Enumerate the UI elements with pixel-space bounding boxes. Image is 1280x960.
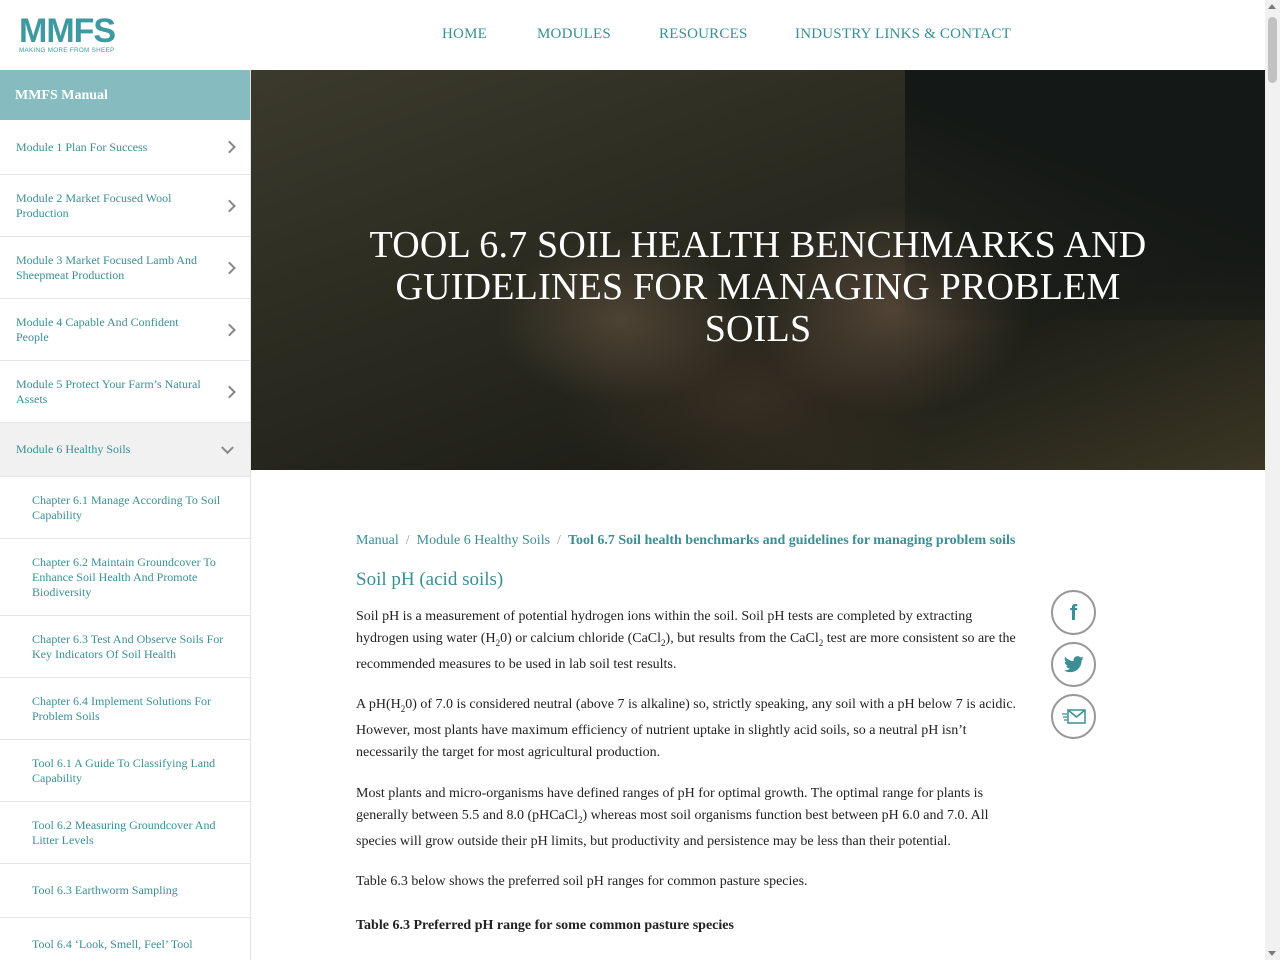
sidebar-item-label: Module 2 Market Focused Wool Production <box>16 190 172 220</box>
paragraph-1: Soil pH is a measurement of potential hy… <box>356 609 1016 672</box>
nav-resources[interactable]: RESOURCES <box>659 26 748 43</box>
nav-modules[interactable]: MODULES <box>537 26 611 43</box>
breadcrumb-separator: / <box>557 533 561 548</box>
breadcrumb: Manual / Module 6 Healthy Soils / Tool 6.7 S… <box>356 533 1015 549</box>
chevron-right-icon <box>223 323 236 336</box>
sidebar-item-label: Module 1 Plan For Success <box>16 139 148 154</box>
chevron-right-icon <box>223 261 236 274</box>
chevron-right-icon <box>223 385 236 398</box>
breadcrumb-current: Tool 6.7 Soil health benchmarks and guid… <box>567 533 1016 548</box>
sidebar-item-module-3[interactable]: Module 3 Market Focused Lamb And Sheepme… <box>0 237 250 299</box>
sidebar-item-module-1[interactable]: Module 1 Plan For Success <box>0 120 250 175</box>
breadcrumb-link-module-6[interactable]: Module 6 Healthy Soils <box>417 533 550 548</box>
paragraph-3: Most plants and micro-organisms have def… <box>356 786 989 849</box>
sidebar-item-tool-6-1[interactable]: Tool 6.1 A Guide To Classifying Land Cap… <box>0 740 250 802</box>
page-scrollbar[interactable] <box>1265 0 1280 960</box>
sidebar-item-label: Chapter 6.1 Manage According To Soil Cap… <box>32 492 221 522</box>
twitter-share-button[interactable] <box>1051 642 1096 687</box>
sidebar-item-tool-6-3[interactable]: Tool 6.3 Earthworm Sampling <box>0 864 250 918</box>
email-share-button[interactable] <box>1051 694 1096 739</box>
sidebar-item-module-2[interactable]: Module 2 Market Focused Wool Production <box>0 175 250 237</box>
main-nav: HOME MODULES RESOURCES INDUSTRY LINKS & … <box>0 26 1265 46</box>
sidebar-item-label: Module 4 Capable And Confident People <box>16 314 179 344</box>
sidebar-item-label: Tool 6.1 A Guide To Classifying Land Cap… <box>32 755 216 785</box>
sidebar-item-module-6[interactable]: Module 6 Healthy Soils <box>0 423 250 477</box>
sidebar-item-chapter-6-1[interactable]: Chapter 6.1 Manage According To Soil Cap… <box>0 477 250 539</box>
sidebar-item-label: Tool 6.4 ‘Look, Smell, Feel’ Tool <box>32 937 193 951</box>
section-heading: Soil pH (acid soils) <box>356 569 504 590</box>
scroll-up-icon[interactable] <box>1268 4 1276 9</box>
chevron-right-icon <box>223 199 236 212</box>
email-icon <box>1061 708 1086 724</box>
hero-banner: TOOL 6.7 SOIL HEALTH BENCHMARKS AND GUID… <box>251 70 1265 470</box>
sidebar-item-label: Tool 6.3 Earthworm Sampling <box>32 883 178 897</box>
breadcrumb-separator: / <box>405 533 410 548</box>
twitter-icon <box>1063 656 1084 673</box>
manual-sidebar: MMFS Manual Module 1 Plan For Success Mo… <box>0 70 251 960</box>
table-caption: Table 6.3 Preferred pH range for some co… <box>356 918 734 933</box>
paragraph-2: A pH(H20) of 7.0 is considered neutral (… <box>356 697 1017 760</box>
chevron-right-icon <box>223 140 236 154</box>
sidebar-item-label: Module 6 Healthy Soils <box>16 442 131 456</box>
chevron-down-icon <box>221 440 234 454</box>
sidebar-item-tool-6-2[interactable]: Tool 6.2 Measuring Groundcover And Litte… <box>0 802 250 864</box>
breadcrumb-link-manual[interactable]: Manual <box>356 533 399 548</box>
sidebar-item-label: Chapter 6.4 Implement Solutions For Prob… <box>32 693 211 723</box>
page-title: TOOL 6.7 SOIL HEALTH BENCHMARKS AND GUID… <box>369 224 1147 350</box>
sidebar-item-label: Chapter 6.2 Maintain Groundcover To Enha… <box>32 554 216 599</box>
scroll-down-icon[interactable] <box>1268 951 1276 956</box>
sidebar-item-chapter-6-4[interactable]: Chapter 6.4 Implement Solutions For Prob… <box>0 678 250 740</box>
logo-tagline: MAKING MORE FROM SHEEP <box>19 47 115 54</box>
sidebar-item-chapter-6-2[interactable]: Chapter 6.2 Maintain Groundcover To Enha… <box>0 539 250 616</box>
sidebar-item-label: Chapter 6.3 Test And Observe Soils For K… <box>32 631 224 661</box>
nav-industry-links-contact[interactable]: INDUSTRY LINKS & CONTACT <box>795 26 1011 43</box>
sidebar-title: MMFS Manual <box>0 70 250 120</box>
facebook-icon: f <box>1069 599 1078 625</box>
nav-home[interactable]: HOME <box>442 26 487 43</box>
sidebar-item-label: Tool 6.2 Measuring Groundcover And Litte… <box>32 817 216 847</box>
facebook-share-button[interactable]: f <box>1051 590 1096 635</box>
paragraph-4: Table 6.3 below shows the preferred soil… <box>356 874 808 889</box>
sidebar-item-chapter-6-3[interactable]: Chapter 6.3 Test And Observe Soils For K… <box>0 616 250 678</box>
site-header: MMFS MAKING MORE FROM SHEEP HOME MODULES… <box>0 0 1265 70</box>
sidebar-item-module-4[interactable]: Module 4 Capable And Confident People <box>0 299 250 361</box>
sidebar-item-label: Module 5 Protect Your Farm’s Natural Ass… <box>16 376 201 406</box>
sidebar-item-label: Module 3 Market Focused Lamb And Sheepme… <box>16 252 197 282</box>
sidebar-item-tool-6-4[interactable]: Tool 6.4 ‘Look, Smell, Feel’ Tool <box>0 918 250 960</box>
scrollbar-thumb[interactable] <box>1268 17 1277 83</box>
sidebar-item-module-5[interactable]: Module 5 Protect Your Farm’s Natural Ass… <box>0 361 250 423</box>
